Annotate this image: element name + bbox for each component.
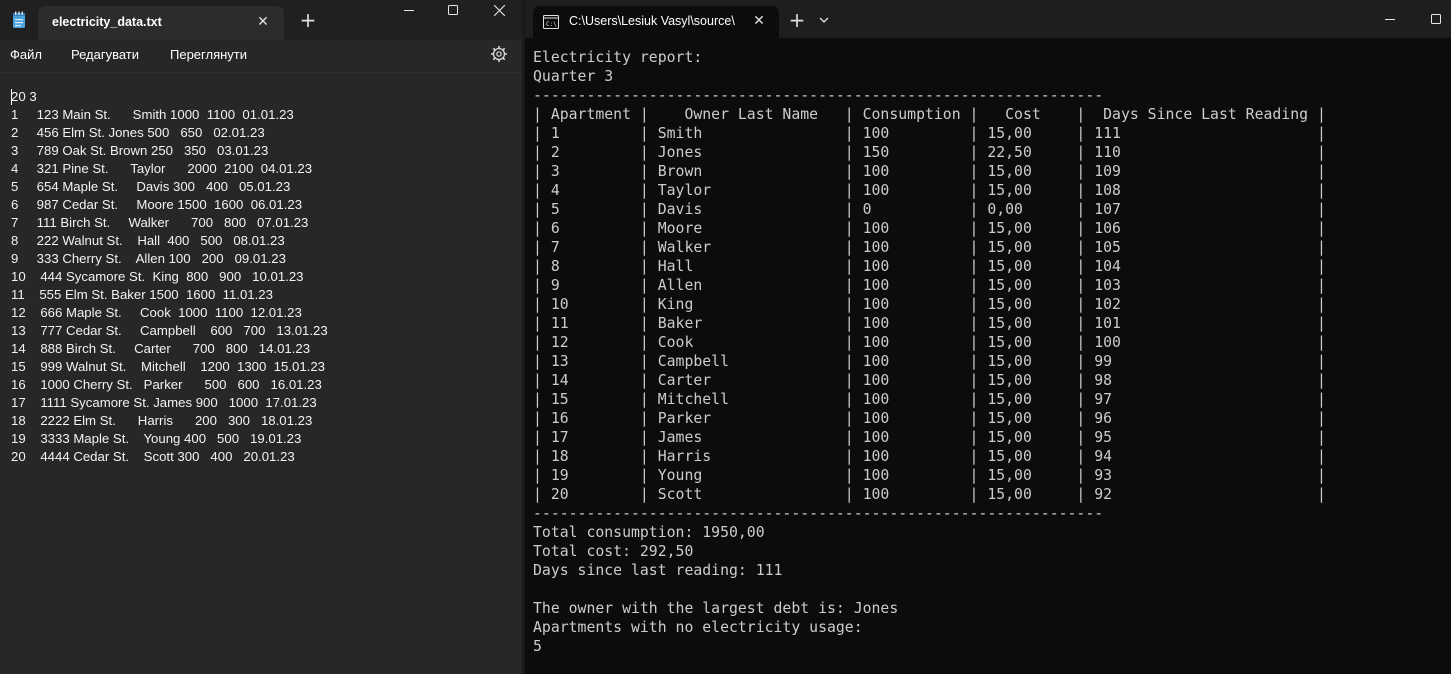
notepad-line: 3 789 Oak St. Brown 250 350 03.01.23 — [11, 143, 269, 158]
console-line: | 11 | Baker | 100 | 15,00 | 101 | — [533, 315, 1326, 332]
gear-icon[interactable] — [490, 45, 508, 63]
notepad-titlebar: electricity_data.txt ✕ + — [0, 0, 522, 40]
close-icon[interactable]: ✕ — [751, 13, 767, 29]
console-line: Electricity report: — [533, 49, 703, 66]
notepad-line: 17 1111 Sycamore St. James 900 1000 17.0… — [11, 395, 317, 410]
minimize-icon — [1384, 19, 1395, 20]
console-line: | 7 | Walker | 100 | 15,00 | 105 | — [533, 239, 1326, 256]
terminal-window: C:\ C:\Users\Lesiuk Vasyl\source\ ✕ + El… — [525, 0, 1451, 674]
minimize-button[interactable] — [1367, 0, 1413, 22]
minimize-button[interactable] — [386, 0, 432, 22]
notepad-line: 11 555 Elm St. Baker 1500 1600 11.01.23 — [11, 287, 273, 302]
notepad-line: 20 4444 Cedar St. Scott 300 400 20.01.23 — [11, 449, 295, 464]
console-line: | 19 | Young | 100 | 15,00 | 93 | — [533, 467, 1326, 484]
minimize-icon — [403, 10, 414, 11]
close-icon — [493, 4, 505, 17]
console-line: | 9 | Allen | 100 | 15,00 | 103 | — [533, 277, 1326, 294]
console-line: | 14 | Carter | 100 | 15,00 | 98 | — [533, 372, 1326, 389]
terminal-titlebar: C:\ C:\Users\Lesiuk Vasyl\source\ ✕ + — [525, 0, 1451, 38]
notepad-line: 6 987 Cedar St. Moore 1500 1600 06.01.23 — [11, 197, 303, 212]
console-line: | 16 | Parker | 100 | 15,00 | 96 | — [533, 410, 1326, 427]
console-line: Days since last reading: 111 — [533, 562, 783, 579]
new-tab-button[interactable]: + — [298, 10, 318, 30]
console-line: | 15 | Mitchell | 100 | 15,00 | 97 | — [533, 391, 1326, 408]
notepad-menubar: Файл Редагувати Переглянути — [0, 40, 522, 70]
console-line: The owner with the largest debt is: Jone… — [533, 600, 899, 617]
close-window-button[interactable] — [476, 0, 522, 22]
maximize-icon — [1430, 14, 1441, 24]
notepad-line: 15 999 Walnut St. Mitchell 1200 1300 15.… — [11, 359, 326, 374]
console-line: Quarter 3 — [533, 68, 614, 85]
notepad-line: 9 333 Cherry St. Allen 100 200 09.01.23 — [11, 251, 286, 266]
console-line: | 18 | Harris | 100 | 15,00 | 94 | — [533, 448, 1326, 465]
chevron-down-icon[interactable] — [815, 12, 833, 28]
console-line: 5 — [533, 638, 542, 655]
console-line: | 3 | Brown | 100 | 15,00 | 109 | — [533, 163, 1326, 180]
notepad-editor[interactable]: 20 3 1 123 Main St. Smith 1000 1100 01.01… — [0, 72, 522, 674]
notepad-line: 14 888 Birch St. Carter 700 800 14.01.23 — [11, 341, 311, 356]
console-line: | 8 | Hall | 100 | 15,00 | 104 | — [533, 258, 1326, 275]
console-line: | 1 | Smith | 100 | 15,00 | 111 | — [533, 125, 1326, 142]
terminal-tab[interactable]: C:\ C:\Users\Lesiuk Vasyl\source\ ✕ — [533, 6, 779, 38]
terminal-output[interactable]: Electricity report: Quarter 3 ------------… — [533, 48, 1326, 656]
svg-text:C:\: C:\ — [546, 21, 557, 28]
menu-edit[interactable]: Редагувати — [71, 47, 139, 62]
notepad-line: 4 321 Pine St. Taylor 2000 2100 04.01.23 — [11, 161, 313, 176]
notepad-line: 16 1000 Cherry St. Parker 500 600 16.01.… — [11, 377, 322, 392]
notepad-line: 18 2222 Elm St. Harris 200 300 18.01.23 — [11, 413, 313, 428]
maximize-button[interactable] — [1413, 0, 1451, 24]
notepad-tab-label: electricity_data.txt — [52, 15, 162, 29]
notepad-line: 2 456 Elm St. Jones 500 650 02.01.23 — [11, 125, 265, 140]
new-tab-button[interactable]: + — [787, 10, 807, 30]
notepad-line: 8 222 Walnut St. Hall 400 500 08.01.23 — [11, 233, 285, 248]
console-line: | 17 | James | 100 | 15,00 | 95 | — [533, 429, 1326, 446]
maximize-button[interactable] — [430, 0, 476, 22]
console-icon: C:\ — [543, 15, 559, 29]
console-line: | 6 | Moore | 100 | 15,00 | 106 | — [533, 220, 1326, 237]
notepad-line: 1 123 Main St. Smith 1000 1100 01.01.23 — [11, 107, 294, 122]
console-line: | 5 | Davis | 0 | 0,00 | 107 | — [533, 201, 1326, 218]
console-line: ----------------------------------------… — [533, 505, 1104, 522]
notepad-text-content[interactable]: 20 3 1 123 Main St. Smith 1000 1100 01.01… — [11, 88, 328, 466]
console-line: | Apartment | Owner Last Name | Consumpt… — [533, 106, 1326, 123]
console-line: | 12 | Cook | 100 | 15,00 | 100 | — [533, 334, 1326, 351]
console-line: Total cost: 292,50 — [533, 543, 694, 560]
console-line: Total consumption: 1950,00 — [533, 524, 765, 541]
console-line: Apartments with no electricity usage: — [533, 619, 863, 636]
text-caret — [11, 89, 12, 105]
close-icon[interactable]: ✕ — [255, 14, 271, 30]
menu-file[interactable]: Файл — [10, 47, 42, 62]
notepad-line: 5 654 Maple St. Davis 300 400 05.01.23 — [11, 179, 291, 194]
notepad-line: 19 3333 Maple St. Young 400 500 19.01.23 — [11, 431, 302, 446]
console-line: | 2 | Jones | 150 | 22,50 | 110 | — [533, 144, 1326, 161]
console-line: | 4 | Taylor | 100 | 15,00 | 108 | — [533, 182, 1326, 199]
notepad-line: 10 444 Sycamore St. King 800 900 10.01.2… — [11, 269, 304, 284]
console-line: | 13 | Campbell | 100 | 15,00 | 99 | — [533, 353, 1326, 370]
console-line: | 20 | Scott | 100 | 15,00 | 92 | — [533, 486, 1326, 503]
console-line: | 10 | King | 100 | 15,00 | 102 | — [533, 296, 1326, 313]
notepad-app-icon — [13, 11, 25, 28]
notepad-tab[interactable]: electricity_data.txt ✕ — [38, 6, 284, 40]
menu-view[interactable]: Переглянути — [170, 47, 247, 62]
notepad-window: electricity_data.txt ✕ + Файл Редагувати… — [0, 0, 522, 674]
terminal-tab-label: C:\Users\Lesiuk Vasyl\source\ — [569, 14, 735, 28]
maximize-icon — [447, 5, 458, 15]
notepad-line: 13 777 Cedar St. Campbell 600 700 13.01.… — [11, 323, 328, 338]
notepad-line: 20 3 — [11, 89, 37, 105]
notepad-line: 7 111 Birch St. Walker 700 800 07.01.23 — [11, 215, 309, 230]
console-line: ----------------------------------------… — [533, 87, 1104, 104]
notepad-line: 12 666 Maple St. Cook 1000 1100 12.01.23 — [11, 305, 302, 320]
